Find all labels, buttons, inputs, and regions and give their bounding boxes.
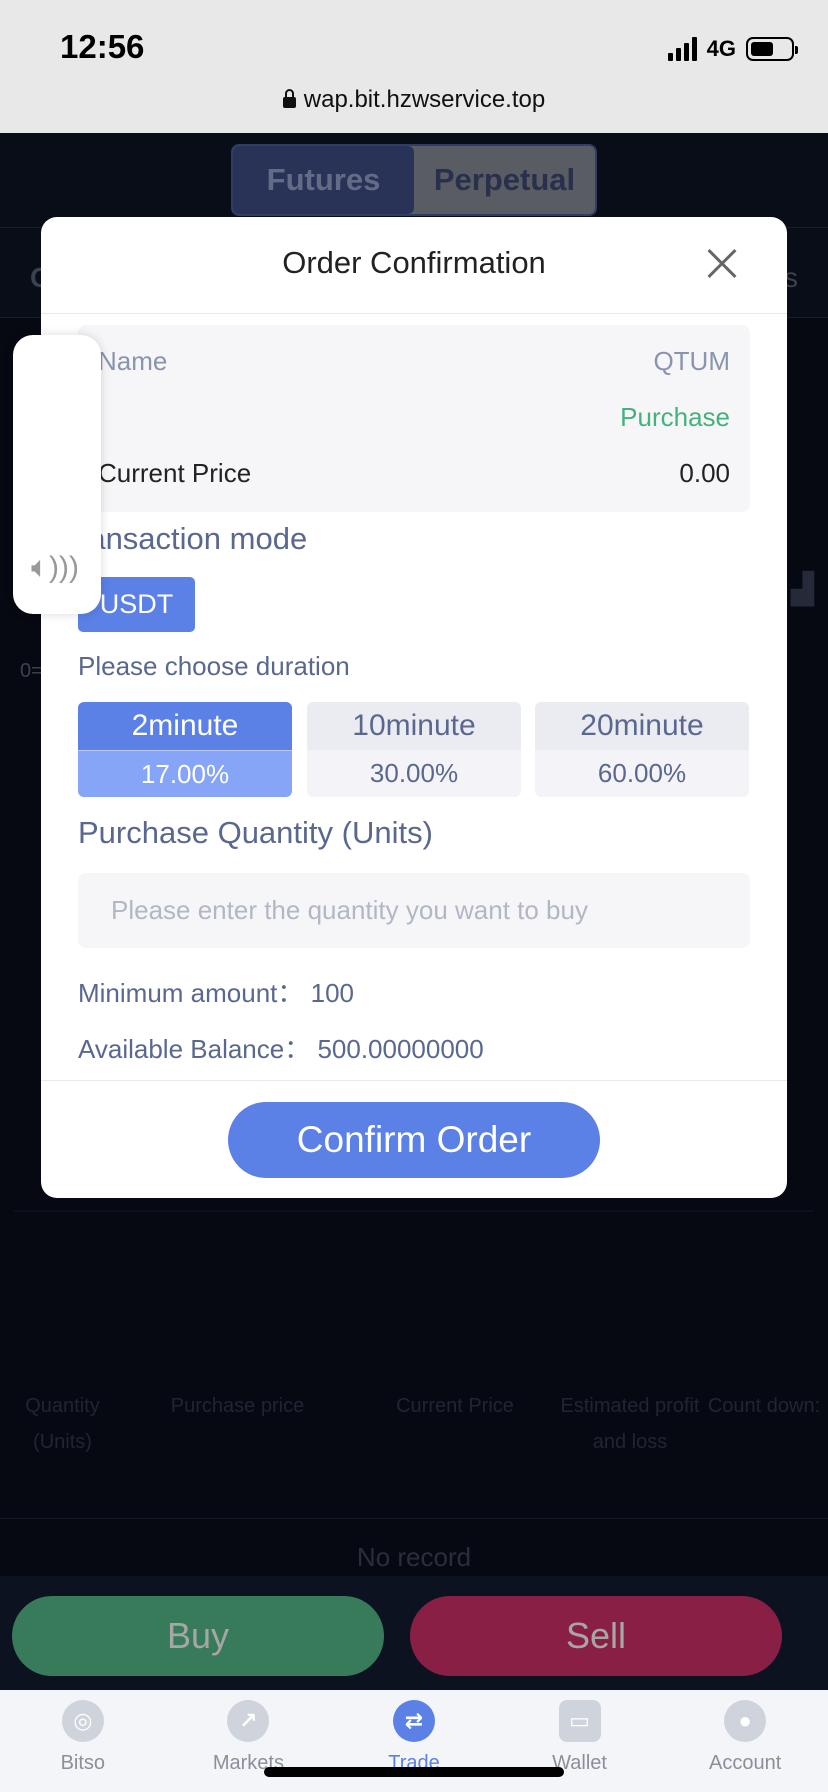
divider	[41, 1080, 787, 1081]
duration-label: 2minute	[78, 702, 292, 750]
name-value: QTUM	[653, 345, 730, 376]
duration-title: Please choose duration	[78, 651, 350, 681]
quantity-input[interactable]	[78, 873, 750, 948]
confirm-order-button[interactable]: Confirm Order	[228, 1102, 600, 1178]
available-balance: Available Balance： 500.00000000	[78, 1034, 484, 1064]
user-icon: ●	[724, 1700, 767, 1742]
divider	[41, 313, 787, 314]
duration-rate: 60.00%	[535, 750, 749, 797]
minimum-amount: Minimum amount： 100	[78, 978, 354, 1008]
direction-value: Purchase	[620, 401, 730, 432]
close-icon[interactable]	[705, 248, 737, 280]
duration-option-10min[interactable]: 10minute 30.00%	[307, 702, 521, 797]
status-bar: 12:56 4G wap.bit.hzwservice.top	[0, 0, 828, 133]
home-indicator[interactable]	[264, 1767, 564, 1777]
order-info-panel: Name QTUM Purchase Current Price 0.00	[78, 325, 750, 512]
network-type: 4G	[706, 36, 736, 61]
signal-icon	[667, 37, 697, 61]
bitso-logo-icon: ◎	[61, 1700, 104, 1742]
speaker-icon[interactable]: 🔈︎)))	[31, 551, 79, 585]
trade-exchange-icon: ⇄	[392, 1700, 435, 1742]
markets-trend-icon: ↗	[227, 1700, 270, 1742]
info-row-name: Name QTUM	[98, 341, 730, 381]
duration-option-2min[interactable]: 2minute 17.00%	[78, 702, 292, 797]
battery-icon	[746, 37, 798, 61]
wallet-icon: ▭	[558, 1700, 601, 1742]
address-bar[interactable]: wap.bit.hzwservice.top	[0, 86, 828, 114]
status-time: 12:56	[60, 28, 145, 65]
tab-bitso[interactable]: ◎ Bitso	[0, 1690, 166, 1792]
order-confirmation-dialog: Order Confirmation Name QTUM Purchase Cu…	[41, 217, 787, 1198]
name-label: Name	[98, 345, 168, 376]
duration-label: 20minute	[535, 702, 749, 750]
lock-icon	[282, 89, 296, 108]
floating-sound-widget[interactable]: 🔈︎)))	[13, 335, 101, 614]
price-label: Current Price	[98, 457, 252, 488]
dialog-title: Order Confirmation	[282, 245, 546, 280]
transaction-mode-title: ransaction mode	[78, 521, 308, 556]
duration-rate: 30.00%	[307, 750, 521, 797]
info-row-direction: Purchase	[98, 397, 730, 437]
info-row-price: Current Price 0.00	[98, 453, 730, 493]
status-indicators: 4G	[667, 36, 798, 62]
duration-option-20min[interactable]: 20minute 60.00%	[535, 702, 749, 797]
duration-label: 10minute	[307, 702, 521, 750]
quantity-title: Purchase Quantity (Units)	[78, 815, 433, 850]
tab-label: Account	[709, 1752, 782, 1774]
tab-account[interactable]: ● Account	[662, 1690, 828, 1792]
price-value: 0.00	[679, 457, 730, 488]
duration-rate: 17.00%	[78, 750, 292, 797]
url-text: wap.bit.hzwservice.top	[303, 86, 546, 113]
tab-label: Bitso	[60, 1752, 106, 1774]
